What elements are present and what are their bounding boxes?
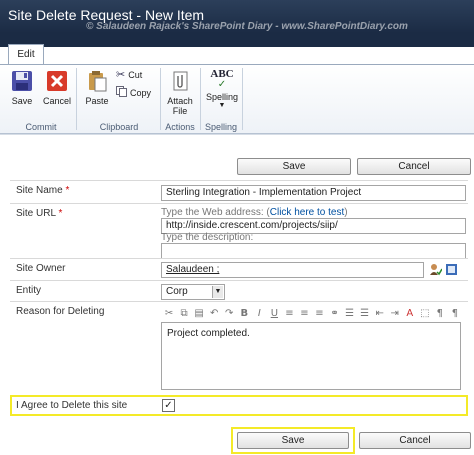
- align-center-icon[interactable]: ≡: [298, 307, 310, 320]
- save-icon: [8, 70, 36, 94]
- ribbon-cut-label: Cut: [128, 69, 143, 80]
- site-url-hint-prefix: Type the Web address: (: [161, 207, 270, 218]
- align-right-icon[interactable]: ≡: [313, 307, 325, 320]
- ribbon-attach-file-button[interactable]: Attach File: [164, 70, 196, 116]
- site-url-label-text: Site URL: [16, 208, 56, 219]
- ribbon-copy-label: Copy: [130, 87, 152, 98]
- agree-label: I Agree to Delete this site: [16, 400, 128, 411]
- paste-icon[interactable]: ▤: [193, 307, 205, 320]
- group-separator: [200, 68, 201, 130]
- group-separator: [242, 68, 243, 130]
- group-label-spelling: Spelling: [204, 122, 238, 132]
- underline-icon[interactable]: U: [268, 307, 280, 320]
- decrease-indent-icon[interactable]: ⇤: [374, 307, 386, 320]
- spelling-icon: ABC ✓: [203, 68, 241, 92]
- site-url-hint: Type the Web address: (Click here to tes…: [161, 207, 348, 218]
- bottom-save-button[interactable]: Save: [237, 432, 349, 449]
- top-cancel-button[interactable]: Cancel: [357, 158, 471, 175]
- tab-edit[interactable]: Edit: [8, 44, 44, 65]
- cut-icon[interactable]: ✂: [163, 307, 175, 320]
- form-divider: [10, 203, 468, 204]
- ribbon-spelling-button[interactable]: ABC ✓ Spelling ▼: [203, 68, 241, 109]
- site-name-label: Site Name *: [16, 185, 69, 196]
- bottom-cancel-button[interactable]: Cancel: [359, 432, 471, 449]
- reason-textarea[interactable]: Project completed.: [161, 322, 461, 390]
- site-url-description-hint: Type the description:: [161, 232, 254, 243]
- group-separator: [76, 68, 77, 130]
- entity-select[interactable]: Corp ▼: [161, 284, 225, 300]
- ribbon-cancel-button[interactable]: Cancel: [42, 70, 72, 106]
- form-divider: [10, 280, 468, 281]
- text-color-icon[interactable]: A: [404, 307, 416, 320]
- group-label-clipboard: Clipboard: [99, 122, 139, 132]
- background-color-icon[interactable]: ⬚: [419, 307, 431, 320]
- copy-icon[interactable]: ⧉: [178, 307, 190, 320]
- watermark: © Salaudeen Rajack's SharePoint Diary - …: [86, 21, 408, 32]
- paste-icon: [82, 70, 112, 94]
- title-bar: Site Delete Request - New Item © Salaude…: [0, 0, 474, 33]
- check-names-icon[interactable]: [429, 263, 443, 279]
- ribbon-attach-label-2: File: [172, 106, 188, 116]
- redo-icon[interactable]: ↷: [223, 307, 235, 320]
- site-owner-input[interactable]: Salaudeen ;: [161, 262, 424, 278]
- form-divider: [10, 301, 468, 302]
- agree-checkbox[interactable]: ✓: [162, 399, 175, 412]
- test-url-link[interactable]: Click here to test: [270, 207, 344, 218]
- bullet-list-icon[interactable]: ☰: [359, 307, 371, 320]
- form-divider: [10, 258, 468, 259]
- rich-text-toolbar: ✂ ⧉ ▤ ↶ ↷ B I U ≡ ≡ ≡ ⚭ ☰ ☰ ⇤ ⇥ A ⬚ ¶ ¶: [161, 303, 461, 323]
- group-label-commit: Commit: [25, 122, 57, 132]
- undo-icon[interactable]: ↶: [208, 307, 220, 320]
- group-label-actions: Actions: [165, 122, 195, 132]
- site-url-description-input[interactable]: [161, 243, 466, 259]
- attach-icon: [164, 70, 196, 94]
- site-owner-label: Site Owner: [16, 263, 66, 274]
- reason-label: Reason for Deleting: [16, 306, 105, 317]
- ribbon-cut-button[interactable]: ✂ Cut: [116, 68, 142, 81]
- ribbon-paste-button[interactable]: Paste: [82, 70, 112, 106]
- numbered-list-icon[interactable]: ☰: [344, 307, 356, 320]
- increase-indent-icon[interactable]: ⇥: [389, 307, 401, 320]
- site-url-hint-suffix: ): [344, 207, 348, 218]
- chevron-down-icon: ▼: [218, 102, 226, 109]
- site-url-label: Site URL *: [16, 208, 62, 219]
- rtl-icon[interactable]: ¶: [449, 307, 461, 320]
- ribbon-paste-label: Paste: [85, 96, 109, 106]
- ribbon-spelling-label: Spelling: [205, 92, 239, 102]
- align-left-icon[interactable]: ≡: [283, 307, 295, 320]
- site-name-label-text: Site Name: [16, 185, 63, 196]
- ribbon-copy-button[interactable]: Copy: [116, 86, 151, 99]
- site-name-input[interactable]: Sterling Integration - Implementation Pr…: [161, 185, 466, 201]
- hyperlink-icon[interactable]: ⚭: [329, 307, 341, 320]
- ribbon-bottom-border: [0, 134, 474, 135]
- required-marker: *: [58, 208, 63, 219]
- top-save-button[interactable]: Save: [237, 158, 351, 175]
- form-divider: [10, 180, 468, 181]
- scissors-icon: ✂: [116, 68, 126, 81]
- ribbon-save-label: Save: [11, 96, 33, 106]
- required-marker: *: [65, 185, 70, 196]
- group-separator: [160, 68, 161, 130]
- checkmark-icon: ✓: [164, 400, 173, 411]
- cancel-icon: [42, 70, 72, 94]
- address-book-icon[interactable]: [445, 263, 458, 279]
- ribbon-attach-label-1: Attach: [167, 96, 193, 106]
- italic-icon[interactable]: I: [253, 307, 265, 320]
- entity-selected-value: Corp: [166, 286, 188, 297]
- entity-label: Entity: [16, 285, 42, 296]
- ribbon-cancel-label: Cancel: [42, 96, 71, 106]
- ribbon-tab-row: [0, 33, 474, 47]
- ribbon-save-button[interactable]: Save: [8, 70, 36, 106]
- copy-icon: [116, 86, 127, 99]
- bold-icon[interactable]: B: [238, 307, 250, 320]
- chevron-down-icon: ▼: [212, 286, 223, 298]
- ltr-icon[interactable]: ¶: [434, 307, 446, 320]
